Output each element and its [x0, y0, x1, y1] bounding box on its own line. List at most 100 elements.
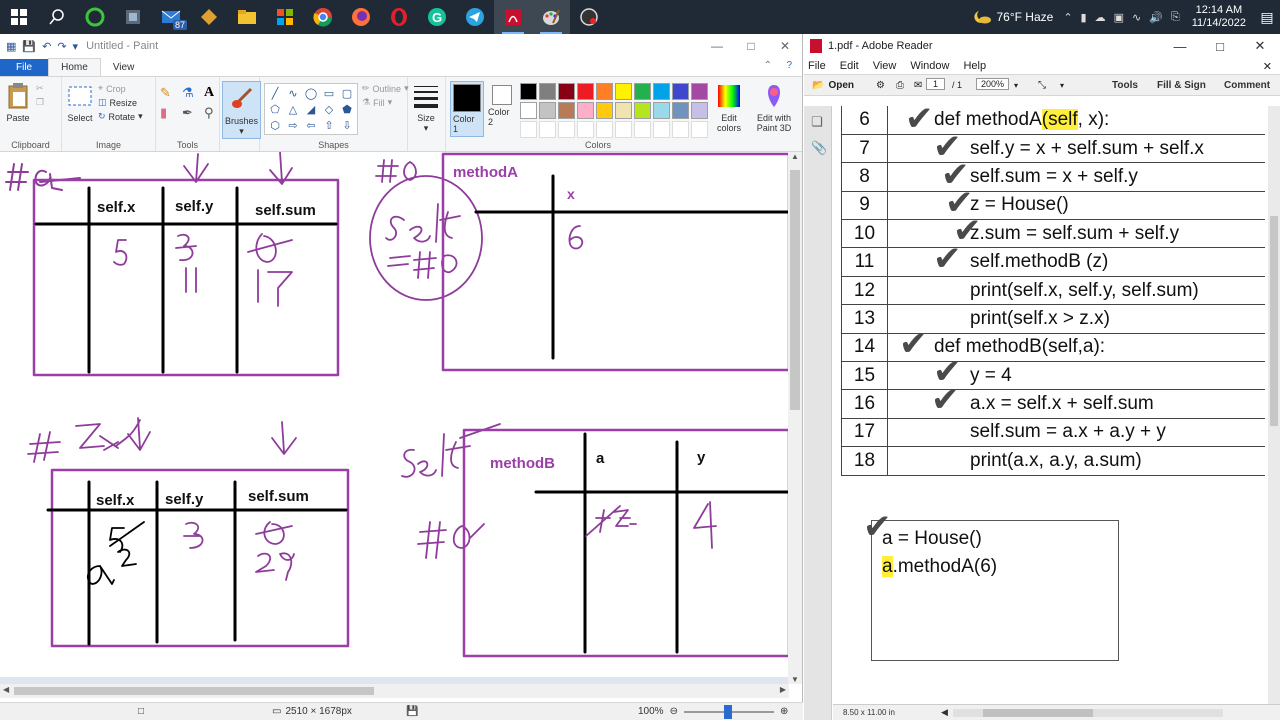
palette-swatch[interactable]: [558, 102, 575, 119]
canvas-vertical-scrollbar[interactable]: ▲ ▼: [788, 152, 802, 684]
shapes-gallery[interactable]: ╱ ∿ ◯ ▭ ▢ ⬠ △ ◢ ◇ ⬟ ⬡ ⇨ ⇦ ⇧ ⇩: [264, 83, 358, 135]
crop-button[interactable]: ⌖ Crop: [98, 83, 143, 94]
outline-button[interactable]: ✏ Outline ▾: [362, 83, 409, 94]
rounded-rect-shape-icon[interactable]: ▢: [339, 86, 355, 100]
tab-view[interactable]: View: [101, 59, 147, 76]
document-close-icon[interactable]: ✕: [1263, 60, 1272, 73]
size-button[interactable]: Size ▾: [412, 81, 440, 133]
scroll-left-icon[interactable]: ◀: [3, 685, 9, 694]
fill-sign-button[interactable]: Fill & Sign: [1157, 80, 1206, 91]
taskbar-chrome[interactable]: [304, 0, 342, 34]
color2-button[interactable]: Color 2: [488, 81, 516, 127]
edit-colors-button[interactable]: Edit colors: [712, 81, 746, 133]
chevron-up-icon[interactable]: ⌃: [1063, 11, 1072, 24]
palette-swatch[interactable]: [596, 83, 613, 100]
arrow-right-shape-icon[interactable]: ⇨: [285, 118, 301, 132]
triangle-shape-icon[interactable]: △: [285, 102, 301, 116]
clock[interactable]: 12:14 AM 11/14/2022: [1192, 4, 1246, 30]
zoom-field[interactable]: 200%: [976, 78, 1010, 90]
taskbar-opera[interactable]: [380, 0, 418, 34]
pdf-vertical-scrollbar[interactable]: [1268, 106, 1280, 704]
palette-swatch[interactable]: [520, 102, 537, 119]
page-number-field[interactable]: 1: [926, 78, 946, 90]
email-icon[interactable]: ✉: [914, 80, 922, 91]
palette-swatch[interactable]: [558, 83, 575, 100]
taskbar-explorer[interactable]: [228, 0, 266, 34]
palette-swatch[interactable]: [596, 102, 613, 119]
pdf-hscroll-thumb[interactable]: [983, 709, 1093, 717]
menu-help[interactable]: Help: [963, 60, 986, 72]
zoom-slider[interactable]: [683, 704, 774, 719]
taskbar-firefox[interactable]: [342, 0, 380, 34]
close-button[interactable]: ✕: [768, 34, 802, 58]
comment-button[interactable]: Comment: [1224, 80, 1270, 91]
palette-swatch[interactable]: [672, 83, 689, 100]
vertical-scroll-thumb[interactable]: [790, 170, 800, 410]
hexagon-shape-icon[interactable]: ⬡: [267, 118, 283, 132]
pentagon-shape-icon[interactable]: ⬟: [339, 102, 355, 116]
notification-icon[interactable]: ▤: [1254, 9, 1280, 26]
taskbar-mail[interactable]: 87: [152, 0, 190, 34]
menu-window[interactable]: Window: [910, 60, 949, 72]
maximize-button[interactable]: □: [734, 34, 768, 58]
cloud-icon[interactable]: ☁: [1095, 11, 1106, 24]
eraser-icon[interactable]: ▮: [160, 105, 178, 121]
ribbon-collapse-icon[interactable]: ⌃: [764, 60, 772, 71]
undo-icon[interactable]: ↶: [42, 40, 51, 53]
taskbar-app-tool[interactable]: [114, 0, 152, 34]
fill-bucket-icon[interactable]: ⚗: [182, 85, 200, 101]
palette-swatch[interactable]: [691, 83, 708, 100]
taskbar-grammarly[interactable]: G: [418, 0, 456, 34]
select-button[interactable]: Select: [66, 81, 94, 123]
print-settings-icon[interactable]: ⚙: [876, 80, 885, 91]
cut-icon[interactable]: ✂: [36, 83, 44, 94]
more-tools-icon[interactable]: ▾: [1060, 81, 1064, 90]
tab-file[interactable]: File: [0, 59, 49, 76]
palette-swatch[interactable]: [539, 102, 556, 119]
redo-icon[interactable]: ↷: [57, 40, 66, 53]
scroll-up-icon[interactable]: ▲: [791, 152, 799, 161]
help-icon[interactable]: ?: [786, 60, 792, 71]
taskbar-git[interactable]: [190, 0, 228, 34]
brushes-button[interactable]: Brushes ▾: [222, 81, 262, 139]
zoom-in-icon[interactable]: ⊕: [780, 706, 788, 717]
horizontal-scroll-thumb[interactable]: [14, 687, 374, 695]
attachments-icon[interactable]: 📎: [811, 140, 827, 156]
custom-color-slots[interactable]: [520, 121, 708, 138]
curve-shape-icon[interactable]: ∿: [285, 86, 301, 100]
minimize-button[interactable]: —: [700, 34, 734, 58]
pencil-icon[interactable]: ✎: [160, 85, 178, 101]
diamond-shape-icon[interactable]: ◇: [321, 102, 337, 116]
adobe-maximize-button[interactable]: □: [1200, 34, 1240, 58]
menu-edit[interactable]: Edit: [840, 60, 859, 72]
oval-shape-icon[interactable]: ◯: [303, 86, 319, 100]
resize-button[interactable]: ◫ Resize: [98, 97, 143, 108]
scroll-right-icon[interactable]: ▶: [780, 685, 786, 694]
polygon-shape-icon[interactable]: ⬠: [267, 102, 283, 116]
battery-icon[interactable]: ▮: [1081, 11, 1087, 24]
pages-panel-icon[interactable]: ❏: [811, 114, 823, 130]
customize-qa-icon[interactable]: ▾: [73, 40, 79, 53]
palette-swatch[interactable]: [539, 83, 556, 100]
palette-swatch[interactable]: [615, 102, 632, 119]
fit-page-icon[interactable]: ⤡: [1038, 80, 1046, 91]
taskbar-telegram[interactable]: [456, 0, 494, 34]
right-triangle-shape-icon[interactable]: ◢: [303, 102, 319, 116]
search-button[interactable]: [38, 0, 76, 34]
canvas-horizontal-scrollbar[interactable]: ◀ ▶: [0, 684, 789, 698]
save-icon[interactable]: 💾: [22, 40, 36, 53]
arrow-left-shape-icon[interactable]: ⇦: [303, 118, 319, 132]
menu-view[interactable]: View: [873, 60, 897, 72]
taskbar-office[interactable]: [266, 0, 304, 34]
weather-widget[interactable]: 76°F Haze: [973, 10, 1053, 24]
start-button[interactable]: [0, 0, 38, 34]
tab-home[interactable]: Home: [48, 58, 101, 76]
volume-icon[interactable]: 🔊: [1149, 11, 1163, 24]
fill-button[interactable]: ⚗ Fill ▾: [362, 97, 409, 108]
tools-button[interactable]: Tools: [1112, 80, 1138, 91]
rectangle-shape-icon[interactable]: ▭: [321, 86, 337, 100]
pdf-scroll-thumb[interactable]: [1270, 216, 1278, 426]
taskbar-paint[interactable]: [532, 0, 570, 34]
paste-button[interactable]: Paste: [4, 81, 32, 123]
scroll-down-icon[interactable]: ▼: [791, 675, 799, 684]
